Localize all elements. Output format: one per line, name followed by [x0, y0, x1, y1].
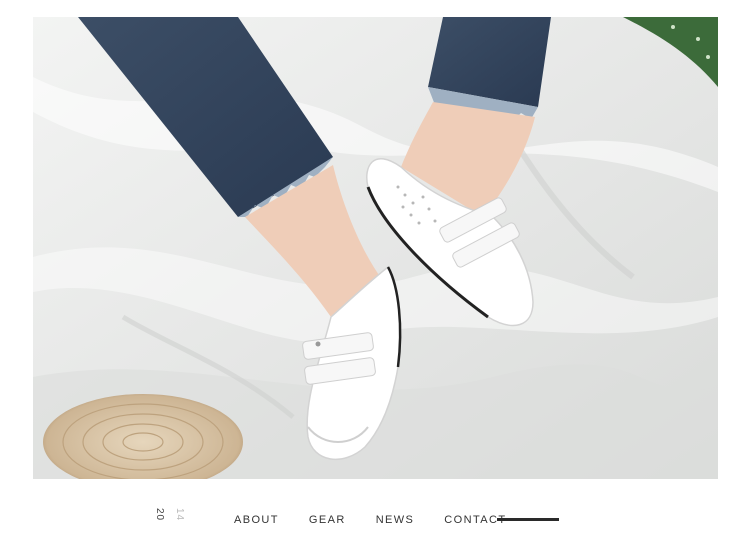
footer-nav: ABOUT GEAR NEWS CONTACT: [234, 514, 506, 526]
year-top: 20: [154, 508, 165, 522]
nav-accent-bar: [497, 518, 559, 521]
nav-gear[interactable]: GEAR: [309, 514, 346, 526]
nav-about[interactable]: ABOUT: [234, 514, 279, 526]
nav-news[interactable]: NEWS: [376, 514, 415, 526]
year-bottom: 14: [174, 508, 185, 522]
product-photo: [33, 17, 718, 479]
year-mark: 20 14: [150, 508, 194, 532]
